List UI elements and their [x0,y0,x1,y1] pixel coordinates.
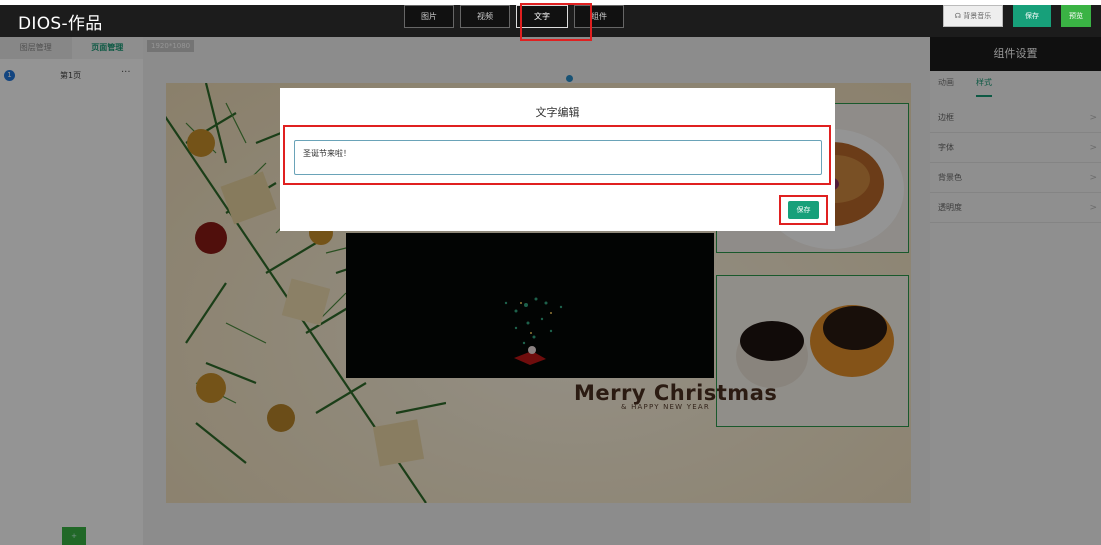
app-title: DIOS-作品 [18,14,103,34]
save-button[interactable]: 保存 [1013,5,1051,27]
top-actions: ☊ 背景音乐 保存 预览 [943,5,1091,27]
highlight-frame-text-tab [520,3,592,41]
app-window: DIOS-作品 图片 视频 文字 组件 ☊ 背景音乐 保存 预览 图层管理 页面… [0,0,1101,545]
highlight-frame-save [779,195,828,225]
background-music-button[interactable]: ☊ 背景音乐 [943,5,1003,27]
tab-video[interactable]: 视频 [460,5,510,28]
dialog-title: 文字编辑 [535,106,580,119]
highlight-frame-input [283,125,831,185]
tab-image[interactable]: 图片 [404,5,454,28]
preview-button[interactable]: 预览 [1061,5,1091,27]
